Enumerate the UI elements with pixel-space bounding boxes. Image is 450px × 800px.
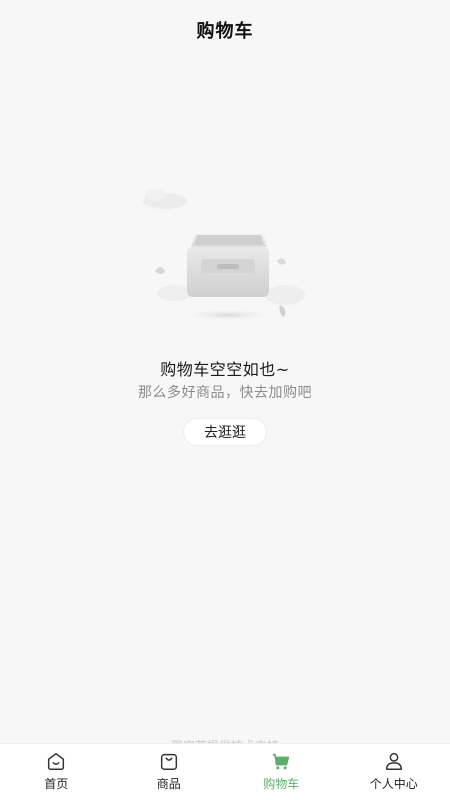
bottom-tab-bar: 首页 商品 购物车 个人中心 (0, 743, 450, 800)
tab-home[interactable]: 首页 (0, 744, 113, 800)
header-bar: 购物车 (0, 0, 450, 60)
tab-products[interactable]: 商品 (113, 744, 226, 800)
user-icon (385, 752, 402, 770)
empty-box-icon (143, 189, 305, 321)
bag-icon (160, 753, 177, 770)
cart-page: 购物车 购物车空空如也~ 那么多好商品，快去加购吧 去逛逛 首页 商品 购物车 … (0, 0, 450, 800)
empty-state-subtitle: 那么多好商品，快去加购吧 (138, 385, 312, 401)
tab-label-products: 商品 (156, 777, 181, 791)
cart-icon (273, 753, 290, 770)
tab-label-home: 首页 (44, 777, 69, 791)
tab-label-profile: 个人中心 (369, 777, 418, 791)
go-shopping-button[interactable]: 去逛逛 (183, 418, 267, 446)
tab-label-cart: 购物车 (263, 777, 300, 791)
home-icon (48, 752, 65, 770)
tab-cart[interactable]: 购物车 (225, 744, 338, 800)
tab-profile[interactable]: 个人中心 (338, 744, 450, 800)
empty-state-title: 购物车空空如也~ (160, 360, 290, 379)
page-title: 购物车 (196, 21, 254, 42)
